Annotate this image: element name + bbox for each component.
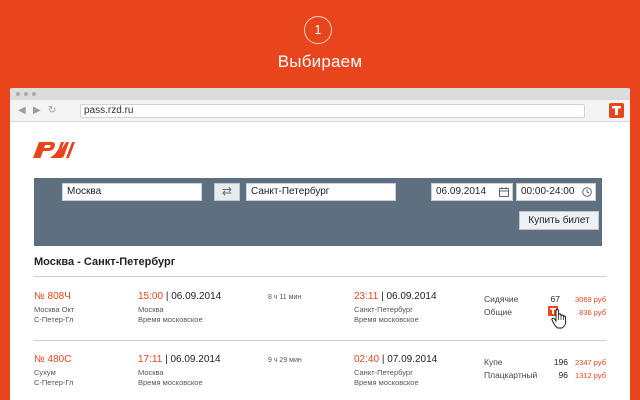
search-panel: Москва ⇄ Санкт-Петербург 06.09.2014 00:0… — [34, 178, 602, 246]
reload-icon[interactable]: ↻ — [48, 104, 56, 118]
departure-time: 17:11 — [138, 354, 163, 365]
arrival-station: Санкт-Петербург Время московское — [354, 368, 419, 388]
class-name: Купе — [484, 357, 503, 367]
arrival-time: 02:40 — [354, 354, 380, 365]
train-origin: Москва Окт — [34, 305, 75, 314]
arrival-timezone: Время московское — [354, 315, 419, 324]
departure-time: 15:00 — [138, 291, 164, 302]
departure-date: | 06.09.2014 — [165, 291, 222, 302]
address-bar: ◀ ▶ ↻ pass.rzd.ru — [10, 100, 630, 122]
train-number[interactable]: № 480С — [34, 354, 71, 365]
swap-icon: ⇄ — [221, 184, 233, 198]
date-input[interactable]: 06.09.2014 — [431, 183, 513, 201]
divider — [34, 340, 606, 341]
train-row[interactable]: № 480С Сухум С-Петер-Гл 17:11 | 06.09.20… — [10, 354, 630, 400]
train-destination: С-Петер-Гл — [34, 378, 74, 387]
class-name: Общие — [484, 307, 512, 317]
departure-station-name: Москва — [138, 368, 164, 377]
date-value: 06.09.2014 — [436, 186, 487, 197]
arrival-station-name: Санкт-Петербург — [354, 305, 413, 314]
to-input[interactable]: Санкт-Петербург — [246, 183, 396, 201]
back-icon[interactable]: ◀ — [18, 104, 26, 118]
from-input[interactable]: Москва — [62, 183, 202, 201]
train-route: Москва Окт С-Петер-Гл — [34, 305, 74, 325]
extension-button[interactable] — [609, 103, 624, 118]
duration: 8 ч 11 мин — [268, 294, 302, 301]
rzd-logo[interactable] — [30, 138, 78, 162]
departure-timezone: Время московское — [138, 315, 203, 324]
divider — [34, 276, 606, 277]
forward-icon[interactable]: ▶ — [33, 104, 41, 118]
calendar-icon[interactable] — [499, 187, 509, 197]
arrival-timezone: Время московское — [354, 378, 419, 387]
window-dot[interactable] — [32, 92, 36, 96]
arrival-station: Санкт-Петербург Время московское — [354, 305, 419, 325]
browser-window: ◀ ▶ ↻ pass.rzd.ru Москва ⇄ Санкт-Петербу… — [10, 88, 630, 400]
arrival-date: | 06.09.2014 — [381, 291, 437, 302]
price[interactable]: 3069 руб — [556, 295, 606, 304]
clock-icon[interactable] — [582, 187, 592, 197]
step-title: Выбираем — [277, 52, 363, 71]
time-input[interactable]: 00:00-24:00 — [516, 183, 596, 201]
hand-cursor-icon — [551, 309, 567, 329]
arrival-date: | 07.09.2014 — [381, 354, 438, 365]
train-route: Сухум С-Петер-Гл — [34, 368, 73, 388]
train-row[interactable]: № 808Ч Москва Окт С-Петер-Гл 15:00 | 06.… — [10, 291, 630, 339]
arrival-time: 23:11 — [354, 291, 379, 302]
extension-t-icon — [612, 106, 621, 115]
class-name: Сидячие — [484, 294, 519, 304]
train-origin: Сухум — [34, 368, 56, 377]
departure-station: Москва Время московское — [138, 305, 203, 325]
arrival-datetime: 02:40 | 07.09.2014 — [354, 354, 437, 365]
buy-ticket-button[interactable]: Купить билет — [519, 211, 599, 230]
train-destination: С-Петер-Гл — [34, 315, 74, 324]
swap-button[interactable]: ⇄ — [214, 183, 240, 201]
time-value: 00:00-24:00 — [521, 186, 575, 197]
departure-date: | 06.09.2014 — [165, 354, 221, 365]
departure-station: Москва Время московское — [138, 368, 203, 388]
train-number[interactable]: № 808Ч — [34, 291, 71, 302]
step-number: 1 — [304, 16, 332, 44]
arrival-station-name: Санкт-Петербург — [354, 368, 413, 377]
price[interactable]: 1312 руб — [556, 371, 606, 380]
window-dot[interactable] — [24, 92, 28, 96]
duration: 9 ч 29 мин — [268, 357, 302, 364]
departure-timezone: Время московское — [138, 378, 203, 387]
departure-station-name: Москва — [138, 305, 164, 314]
price[interactable]: 2347 руб — [556, 358, 606, 367]
departure-datetime: 15:00 | 06.09.2014 — [138, 291, 221, 302]
tab-bar — [10, 88, 630, 100]
arrival-datetime: 23:11 | 06.09.2014 — [354, 291, 437, 302]
class-name: Плацкартный — [484, 370, 538, 380]
window-dot[interactable] — [16, 92, 20, 96]
url-input[interactable]: pass.rzd.ru — [80, 104, 585, 118]
departure-datetime: 17:11 | 06.09.2014 — [138, 354, 221, 365]
route-title: Москва - Санкт-Петербург — [34, 256, 176, 268]
